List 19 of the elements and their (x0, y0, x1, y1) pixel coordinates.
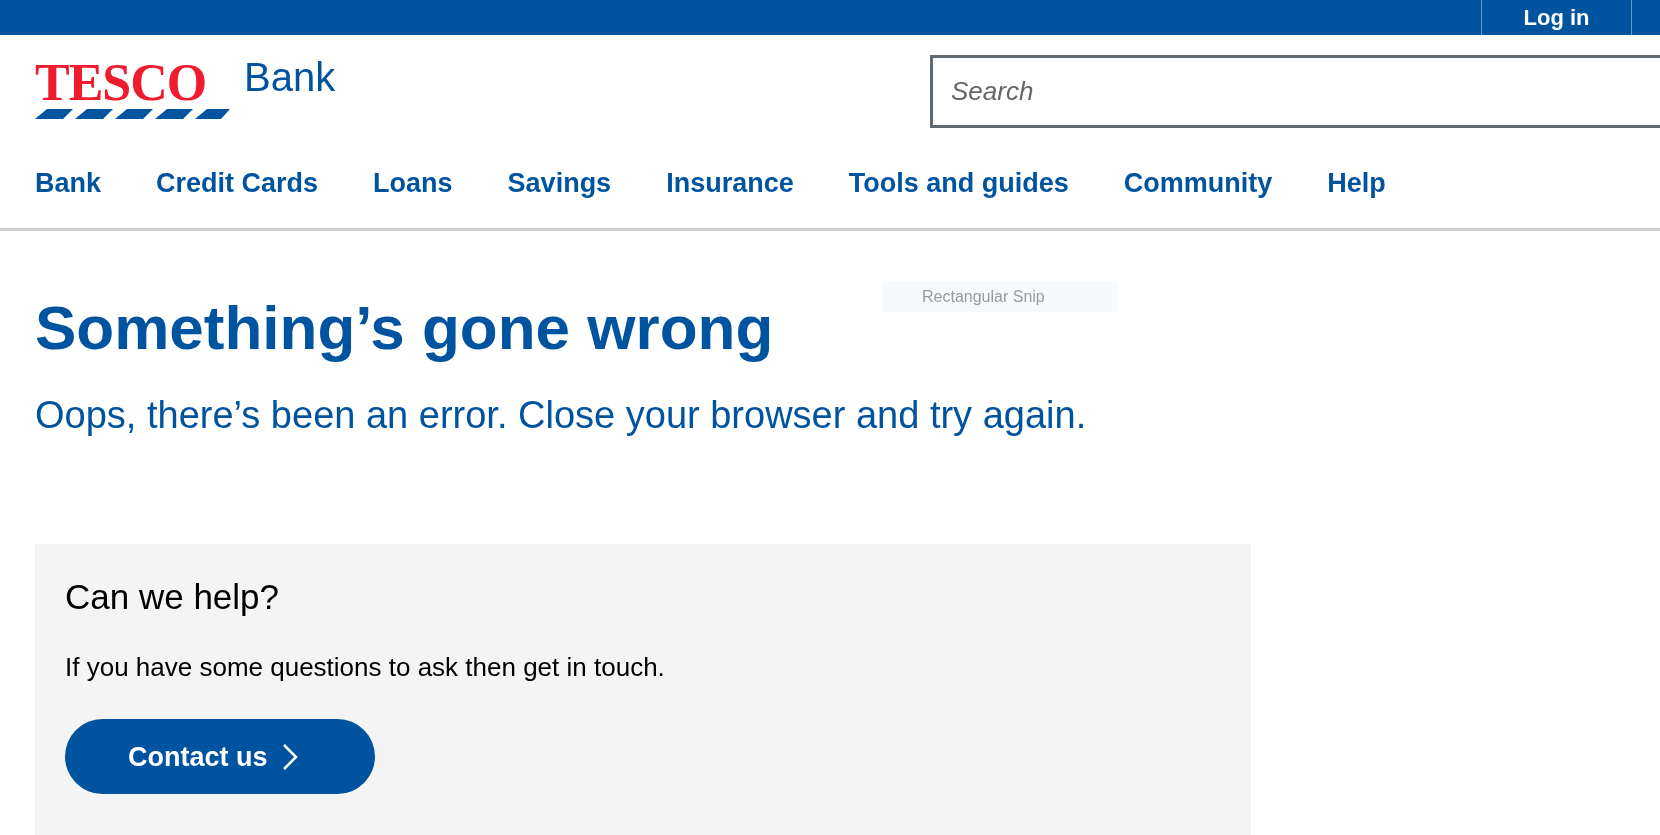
help-title: Can we help? (65, 576, 281, 619)
nav-link[interactable]: Community (1123, 167, 1273, 199)
contact-button[interactable]: Contact us (65, 719, 375, 795)
nav-link[interactable]: Savings (507, 167, 612, 199)
nav-link[interactable]: Bank (35, 167, 102, 199)
nav-link[interactable]: Tools and guides (848, 167, 1069, 199)
help-text: If you have some questions to ask then get in touch. (65, 651, 666, 685)
error-title: Something’s gone wrong (35, 292, 774, 364)
nav-link[interactable]: Credit Cards (156, 167, 319, 199)
error-message: Oops, there’s been an error. Close your browser and try again. (35, 393, 1088, 439)
nav-link[interactable]: Loans (373, 167, 453, 199)
logo-wordmark: TESCO (35, 61, 208, 105)
nav-link[interactable]: Insurance (666, 167, 794, 199)
search-field[interactable]: Search (930, 55, 1660, 128)
login-button[interactable]: Log in (1481, 0, 1632, 35)
tooltip: Rectangular Snip (882, 281, 1117, 312)
logo-product: Bank (244, 55, 336, 99)
chevron-right-icon (281, 742, 298, 771)
nav-link[interactable]: Help (1327, 167, 1386, 199)
